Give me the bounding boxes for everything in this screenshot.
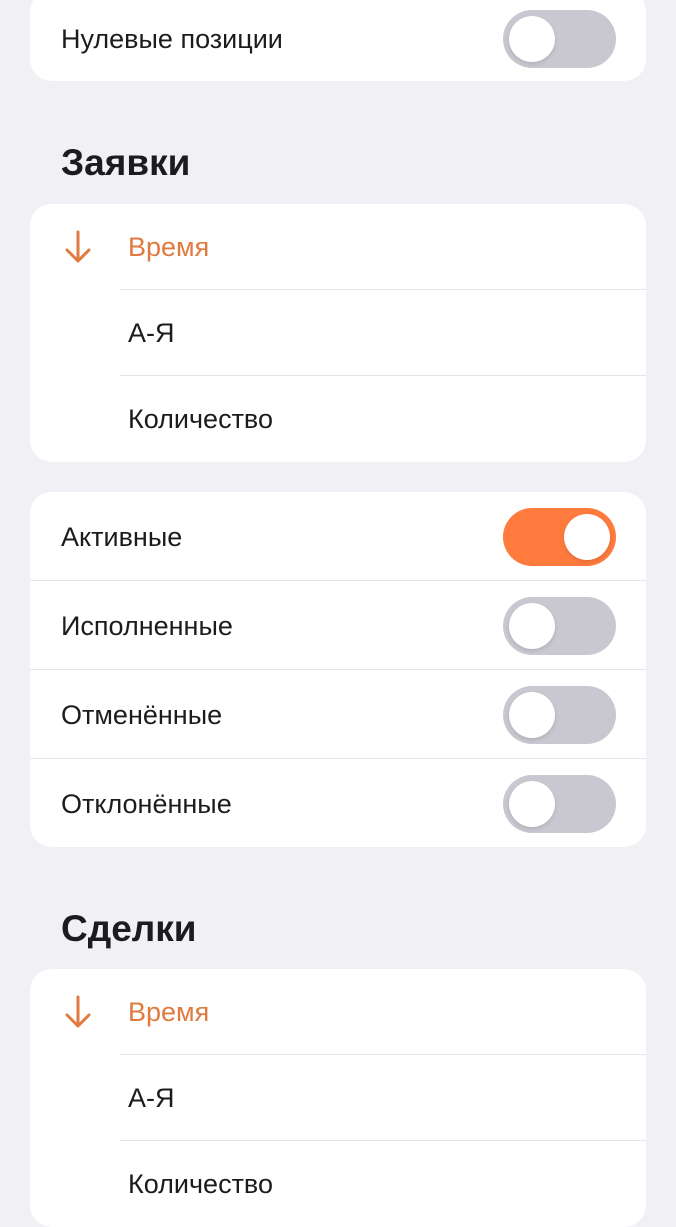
filter-toggle-rejected[interactable] — [503, 774, 616, 833]
filter-row-cancelled: Отменённые — [30, 670, 646, 759]
filter-toggle-active[interactable] — [503, 507, 616, 566]
filter-row-executed: Исполненные — [30, 581, 646, 670]
orders-filter-card: Активные Исполненные Отменённые Отклонён… — [30, 492, 646, 847]
sort-option-label: Количество — [128, 404, 273, 434]
zero-positions-toggle[interactable] — [503, 9, 616, 68]
sort-option-label: Количество — [128, 1169, 273, 1199]
zero-positions-card: Нулевые позиции — [30, 0, 646, 81]
deals-sort-card: Время А-Я Количество — [30, 969, 646, 1227]
orders-sort-card: Время А-Я Количество — [30, 204, 646, 462]
sort-option-label: А-Я — [128, 1083, 175, 1113]
zero-positions-label: Нулевые позиции — [61, 23, 283, 54]
deals-sort-option-quantity[interactable]: Количество — [30, 1141, 646, 1227]
filter-toggle-executed[interactable] — [503, 596, 616, 655]
filter-row-active: Активные — [30, 492, 646, 581]
filter-label: Отклонённые — [61, 788, 232, 819]
toggle-knob — [509, 691, 555, 738]
filter-label: Отменённые — [61, 699, 223, 730]
filter-label: Исполненные — [61, 610, 233, 641]
filter-toggle-cancelled[interactable] — [503, 685, 616, 744]
toggle-knob — [509, 602, 555, 649]
orders-sort-option-time[interactable]: Время — [30, 204, 646, 290]
arrow-down-icon — [65, 230, 91, 263]
toggle-knob — [564, 513, 610, 560]
filter-label: Активные — [61, 521, 183, 552]
toggle-knob — [509, 780, 555, 827]
deals-section-title: Сделки — [61, 908, 197, 949]
orders-sort-option-alpha[interactable]: А-Я — [30, 290, 646, 376]
toggle-knob — [509, 15, 555, 62]
filter-row-rejected: Отклонённые — [30, 759, 646, 847]
zero-positions-row: Нулевые позиции — [30, 0, 646, 81]
arrow-down-icon — [65, 995, 91, 1028]
deals-sort-option-time[interactable]: Время — [30, 969, 646, 1055]
sort-option-label: Время — [128, 997, 210, 1027]
orders-section-title: Заявки — [61, 142, 191, 183]
sort-option-label: Время — [128, 232, 210, 262]
deals-sort-option-alpha[interactable]: А-Я — [30, 1055, 646, 1141]
sort-option-label: А-Я — [128, 318, 175, 348]
orders-sort-option-quantity[interactable]: Количество — [30, 376, 646, 462]
